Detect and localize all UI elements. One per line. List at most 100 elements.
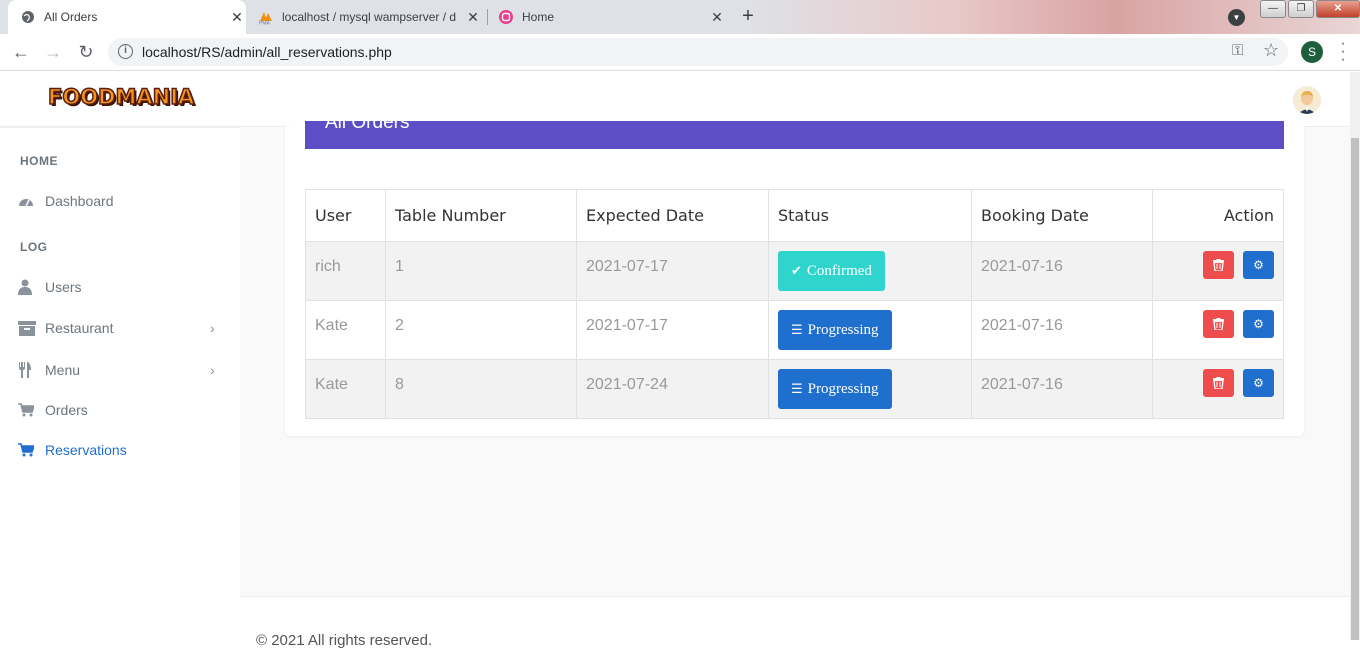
sidebar-item-dashboard[interactable]: Dashboard [0, 181, 240, 221]
gear-icon: ⚙ [1253, 317, 1264, 331]
footer: © 2021 All rights reserved. [240, 596, 1350, 649]
cell-table-number: 2 [385, 300, 577, 360]
cell-action: ⚙ [1152, 241, 1284, 301]
table-row: rich 1 2021-07-17 ✔ Confirmed 2021-07-16 … [305, 241, 1284, 301]
profile-avatar[interactable]: S [1301, 41, 1323, 63]
info-icon[interactable]: i [118, 44, 133, 59]
table-row: Kate 2 2021-07-17 ☰ Progressing 2021-07-1… [305, 300, 1284, 360]
column-header-table-number: Table Number [385, 189, 577, 242]
new-tab-button[interactable]: + [736, 5, 760, 29]
tab-phpmyadmin[interactable]: PMA localhost / mysql wampserver / d ✕ [254, 0, 482, 34]
cell-action: ⚙ [1152, 359, 1284, 419]
page-scrollbar[interactable] [1350, 72, 1360, 640]
delete-button[interactable] [1203, 310, 1234, 338]
cell-action: ⚙ [1152, 300, 1284, 360]
cell-booking-date: 2021-07-16 [971, 241, 1153, 301]
orders-card: All Orders User Table Number Expected Da… [285, 121, 1304, 436]
close-window-button[interactable]: ✕ [1316, 0, 1360, 18]
cell-status: ☰ Progressing [768, 300, 972, 360]
column-header-booking-date: Booking Date [971, 189, 1153, 242]
globe-icon [20, 9, 36, 25]
chevron-right-icon: › [210, 320, 215, 336]
trash-icon [1213, 259, 1224, 271]
tab-home[interactable]: Home ✕ [494, 0, 726, 34]
sidebar-item-orders[interactable]: Orders [0, 390, 240, 430]
column-header-user: User [305, 189, 386, 242]
cart-icon [0, 443, 45, 457]
orders-table: User Table Number Expected Date Status B… [305, 189, 1284, 419]
check-circle-icon: ✔ [791, 263, 802, 279]
copyright-text: © 2021 All rights reserved. [256, 632, 433, 649]
close-tab-icon[interactable]: ✕ [708, 9, 726, 26]
delete-button[interactable] [1203, 369, 1234, 397]
sidebar-item-restaurant[interactable]: Restaurant › [0, 308, 240, 348]
forward-arrow-icon[interactable]: → [42, 42, 64, 64]
cell-expected-date: 2021-07-24 [576, 359, 769, 419]
key-icon[interactable]: ⚿ [1232, 42, 1243, 59]
gear-icon: ⚙ [1253, 376, 1264, 390]
close-tab-icon[interactable]: ✕ [228, 9, 246, 26]
sidebar-item-menu[interactable]: Menu › [0, 350, 240, 390]
minimize-button[interactable]: — [1260, 0, 1286, 18]
column-header-action: Action [1152, 189, 1284, 242]
status-button[interactable]: ☰ Progressing [778, 369, 892, 409]
tab-search-icon[interactable]: ▼ [1228, 9, 1245, 26]
gear-icon: ⚙ [1253, 258, 1264, 272]
settings-button[interactable]: ⚙ [1243, 369, 1274, 397]
delete-button[interactable] [1203, 251, 1234, 279]
cell-booking-date: 2021-07-16 [971, 359, 1153, 419]
cell-status: ☰ Progressing [768, 359, 972, 419]
user-avatar[interactable] [1293, 86, 1321, 114]
settings-button[interactable]: ⚙ [1243, 251, 1274, 279]
sidebar: HOME Dashboard LOG Users Restaurant › Me… [0, 127, 240, 640]
trash-icon [1213, 318, 1224, 330]
scrollbar-thumb[interactable] [1351, 138, 1359, 640]
tab-all-orders[interactable]: All Orders ✕ [8, 0, 246, 34]
svg-text:PMA: PMA [259, 21, 271, 26]
table-row: Kate 8 2021-07-24 ☰ Progressing 2021-07-1… [305, 359, 1284, 419]
sidebar-section-log: LOG [20, 240, 48, 254]
status-button[interactable]: ☰ Progressing [778, 310, 892, 350]
browser-tab-bar: All Orders ✕ PMA localhost / mysql wamps… [0, 0, 1360, 34]
bars-icon: ☰ [791, 322, 803, 338]
column-header-expected-date: Expected Date [576, 189, 769, 242]
star-icon[interactable]: ☆ [1263, 40, 1279, 61]
column-header-status: Status [768, 189, 972, 242]
chevron-right-icon: › [210, 362, 215, 378]
status-button[interactable]: ✔ Confirmed [778, 251, 885, 291]
sidebar-item-users[interactable]: Users [0, 267, 240, 307]
back-arrow-icon[interactable]: ← [10, 42, 32, 64]
close-tab-icon[interactable]: ✕ [464, 9, 482, 26]
reload-icon[interactable]: ↻ [75, 42, 97, 64]
cell-user: rich [305, 241, 386, 301]
sidebar-item-reservations[interactable]: Reservations [0, 430, 240, 470]
bars-icon: ☰ [791, 381, 803, 397]
dashboard-icon [0, 194, 45, 208]
address-toolbar: ← → ↻ i localhost/RS/admin/all_reservati… [0, 34, 1360, 71]
cell-expected-date: 2021-07-17 [576, 300, 769, 360]
maximize-button[interactable]: ❐ [1288, 0, 1314, 18]
phpmyadmin-icon: PMA [258, 9, 274, 25]
cutlery-icon [0, 362, 45, 378]
more-menu-icon[interactable]: · · · [1338, 36, 1348, 68]
cart-icon [0, 403, 45, 417]
top-navbar: FOODMANIA [0, 72, 1350, 127]
table-header-row: User Table Number Expected Date Status B… [305, 189, 1284, 242]
cell-table-number: 8 [385, 359, 577, 419]
window-controls: — ❐ ✕ [1258, 0, 1360, 20]
home-app-icon [498, 9, 514, 25]
archive-icon [0, 320, 45, 336]
cell-expected-date: 2021-07-17 [576, 241, 769, 301]
sidebar-section-home: HOME [20, 154, 58, 168]
cell-table-number: 1 [385, 241, 577, 301]
settings-button[interactable]: ⚙ [1243, 310, 1274, 338]
url-bar[interactable]: i localhost/RS/admin/all_reservations.ph… [108, 38, 1288, 66]
cell-user: Kate [305, 300, 386, 360]
cell-booking-date: 2021-07-16 [971, 300, 1153, 360]
trash-icon [1213, 377, 1224, 389]
logo[interactable]: FOODMANIA [47, 84, 195, 110]
card-header: All Orders [305, 121, 1284, 149]
cell-user: Kate [305, 359, 386, 419]
cell-status: ✔ Confirmed [768, 241, 972, 301]
main-content: All Orders User Table Number Expected Da… [240, 121, 1350, 640]
